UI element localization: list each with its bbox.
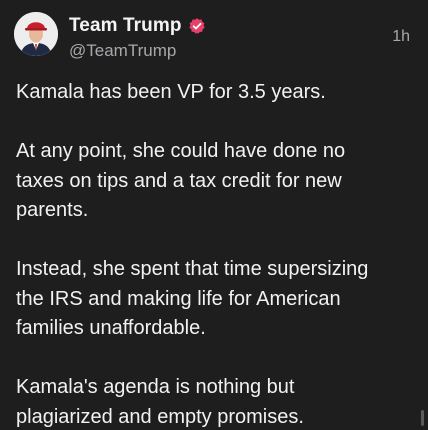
post-paragraph: At any point, she could have done no tax… — [16, 140, 346, 221]
author-handle[interactable]: @TeamTrump — [69, 41, 206, 61]
author-name-row: Team Trump — [69, 14, 206, 38]
author-block: Team Trump @TeamTrump — [69, 14, 206, 61]
scrollbar-thumb[interactable] — [421, 410, 424, 426]
author-display-name[interactable]: Team Trump — [69, 15, 182, 37]
post-timestamp[interactable]: 1h — [392, 28, 410, 46]
post-paragraph: Instead, she spent that time supersizing… — [16, 258, 369, 339]
avatar[interactable] — [14, 12, 58, 56]
post-header: Team Trump @TeamTrump 1h — [14, 12, 414, 62]
post-paragraph: Kamala's agenda is nothing but plagiariz… — [16, 376, 304, 428]
post-body: Kamala has been VP for 3.5 years. At any… — [16, 78, 416, 430]
avatar-icon — [14, 12, 58, 56]
post-card: Team Trump @TeamTrump 1h Kamala has been… — [0, 0, 428, 430]
verified-badge-icon — [188, 17, 206, 35]
post-paragraph: Kamala has been VP for 3.5 years. — [16, 81, 326, 103]
